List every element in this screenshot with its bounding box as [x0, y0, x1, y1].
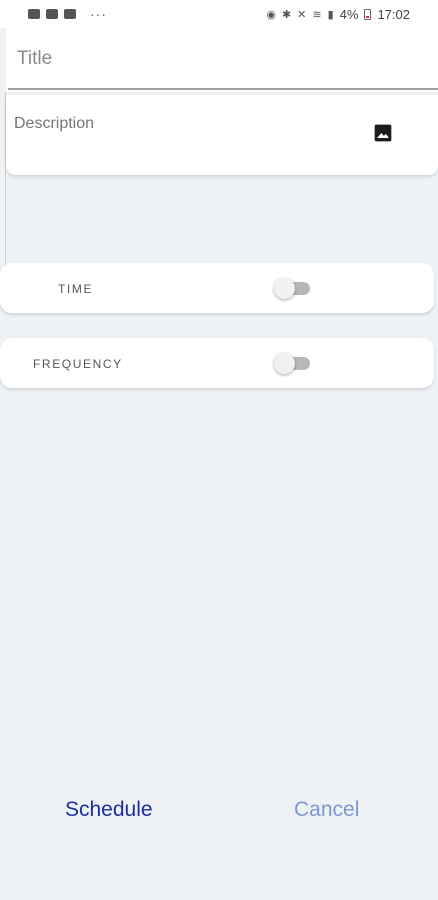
time-toggle[interactable]: [274, 277, 310, 299]
description-placeholder: Description: [14, 115, 95, 132]
bluetooth-icon: ✱: [281, 8, 292, 21]
youtube-icon: [64, 9, 76, 19]
frequency-toggle-thumb: [274, 353, 295, 374]
frequency-option: FREQUENCY: [0, 338, 434, 388]
more-notifications-icon: ···: [90, 6, 107, 22]
status-right: ◉ ✱ ✕ ≋ ▮ 4% 17:02: [266, 7, 410, 22]
schedule-button[interactable]: Schedule: [65, 798, 153, 822]
battery-percent: 4%: [339, 6, 359, 22]
frequency-toggle[interactable]: [274, 352, 310, 374]
alarm-icon: ◉: [266, 8, 276, 21]
time-label: TIME: [58, 282, 94, 296]
mute-icon: ✕: [297, 8, 307, 21]
title-card: [6, 28, 438, 92]
title-input[interactable]: [12, 28, 438, 90]
youtube-icon: [46, 9, 58, 19]
title-underline: [8, 88, 438, 90]
status-left: ···: [28, 6, 107, 22]
status-bar: ··· ◉ ✱ ✕ ≋ ▮ 4% 17:02: [0, 0, 438, 28]
description-field[interactable]: Description: [6, 95, 438, 175]
battery-icon: [364, 8, 372, 20]
frequency-label: FREQUENCY: [33, 357, 123, 371]
clock: 17:02: [377, 6, 410, 22]
signal-icon: ▮: [327, 8, 334, 21]
image-icon[interactable]: [373, 123, 393, 143]
gallery-icon: [28, 9, 40, 19]
time-toggle-thumb: [274, 278, 295, 299]
wifi-icon: ≋: [312, 8, 322, 21]
cancel-button[interactable]: Cancel: [294, 798, 359, 822]
time-option: TIME: [0, 263, 434, 313]
